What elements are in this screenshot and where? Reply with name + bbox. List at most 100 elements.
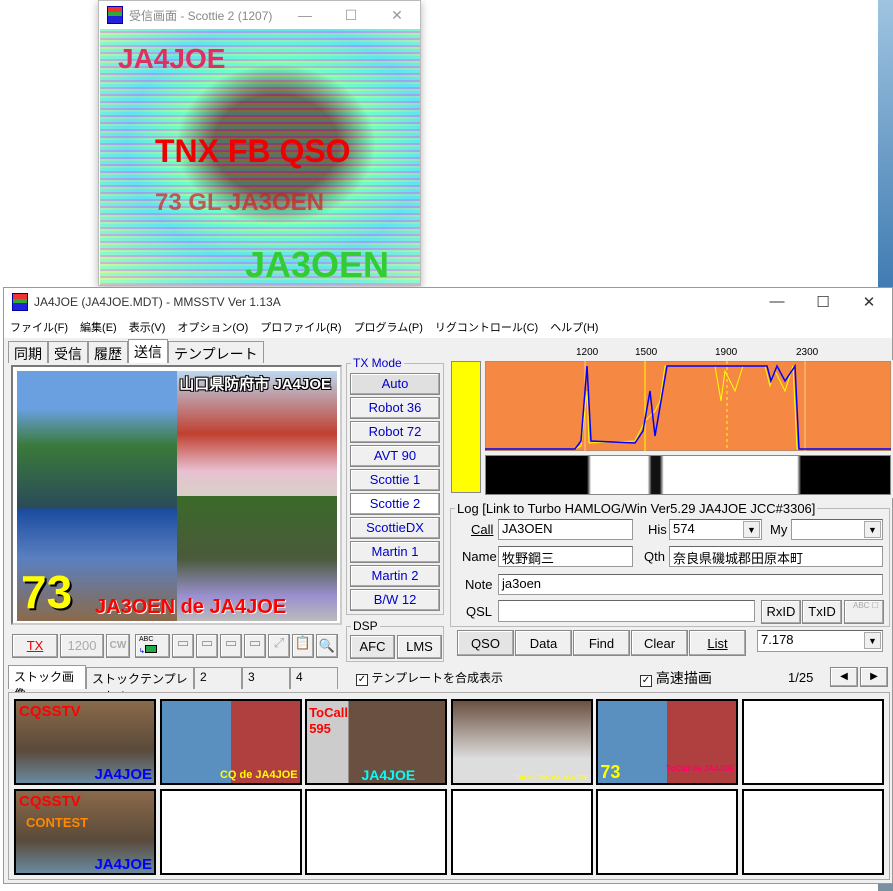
minimize-button[interactable]: —: [282, 7, 328, 24]
menu-options[interactable]: オプション(O): [177, 319, 248, 335]
tab-sync[interactable]: 同期: [8, 341, 48, 363]
template-composite-option[interactable]: ✓ テンプレートを合成表示: [356, 669, 503, 686]
rxid-button[interactable]: RxID: [761, 600, 801, 624]
stock-thumbnail[interactable]: [742, 789, 884, 875]
tab-stock-3[interactable]: 3: [242, 667, 290, 689]
call-label: Call: [471, 522, 494, 537]
tx-mode-auto[interactable]: Auto: [350, 373, 440, 395]
chevron-down-icon[interactable]: ▼: [864, 521, 881, 538]
fast-draw-option[interactable]: ✓ 高速描画: [640, 668, 712, 688]
checkbox-checked-icon[interactable]: ✓: [640, 675, 652, 687]
resize-icon[interactable]: ⤢: [268, 634, 290, 658]
thumbnail-text: CQ de JA4JOE: [219, 769, 298, 781]
cw-button[interactable]: CW: [106, 634, 130, 658]
stock-thumbnail[interactable]: [742, 699, 884, 785]
abc-image-button[interactable]: ABC ☐: [844, 600, 884, 624]
stock-thumbnail[interactable]: [159, 789, 302, 875]
layout-bottom2-icon[interactable]: ▭: [196, 634, 218, 658]
close-button[interactable]: ✕: [846, 293, 892, 311]
main-titlebar[interactable]: JA4JOE (JA4JOE.MDT) - MMSSTV Ver 1.13A —…: [4, 288, 892, 316]
tab-template[interactable]: テンプレート: [168, 341, 264, 363]
tab-history[interactable]: 履歴: [88, 341, 128, 363]
tx-mode-martin-1[interactable]: Martin 1: [350, 541, 440, 563]
chevron-down-icon[interactable]: ▼: [864, 632, 881, 649]
freq-tick: 1200: [576, 347, 599, 358]
close-button[interactable]: ✕: [374, 7, 420, 24]
my-rst-select[interactable]: ▼: [791, 519, 883, 540]
maximize-button[interactable]: ☐: [800, 293, 846, 311]
stock-thumbnail[interactable]: [596, 789, 739, 875]
minimize-button[interactable]: —: [754, 293, 800, 311]
txid-button[interactable]: TxID: [802, 600, 842, 624]
paste-icon[interactable]: 📋: [292, 634, 314, 658]
lms-toggle[interactable]: LMS: [397, 635, 442, 659]
tx-button[interactable]: TX: [12, 634, 58, 658]
tab-stock-2[interactable]: 2: [194, 667, 242, 689]
tx-mode-avt-90[interactable]: AVT 90: [350, 445, 440, 467]
maximize-button[interactable]: ☐: [328, 7, 374, 24]
tx-mode-scottie-2[interactable]: Scottie 2: [350, 493, 440, 515]
abc-label: ABC: [853, 601, 870, 610]
layout-top-icon[interactable]: ▭: [220, 634, 242, 658]
call-input[interactable]: JA3OEN: [498, 519, 633, 540]
mmsstv-main-window[interactable]: JA4JOE (JA4JOE.MDT) - MMSSTV Ver 1.13A —…: [3, 287, 893, 884]
stock-thumbnail[interactable]: ToCall 595 JA4JOE: [305, 699, 448, 785]
frequency-select[interactable]: 7.178 ▼: [757, 630, 883, 652]
clear-button[interactable]: Clear: [631, 630, 688, 656]
stock-thumbnail[interactable]: [305, 789, 448, 875]
mmsstv-app-icon: [12, 293, 28, 311]
next-page-button[interactable]: ▶: [860, 667, 888, 687]
menu-help[interactable]: ヘルプ(H): [550, 319, 598, 335]
afc-toggle[interactable]: AFC: [350, 635, 395, 659]
checkbox-checked-icon[interactable]: ✓: [356, 674, 368, 686]
menu-edit[interactable]: 編集(E): [80, 319, 117, 335]
thumbnail-text: CONTEST: [26, 815, 89, 830]
spectrum-display[interactable]: [485, 361, 891, 451]
stock-thumbnail[interactable]: CQSSTV JA4JOE: [14, 699, 156, 785]
data-button[interactable]: Data: [515, 630, 572, 656]
tx-mode-robot-72[interactable]: Robot 72: [350, 421, 440, 443]
stock-thumbnail[interactable]: ToCall 595 de JA4JOE: [450, 699, 593, 785]
tx-mode-robot-36[interactable]: Robot 36: [350, 397, 440, 419]
stock-thumbnail[interactable]: 73 ToCall de JA4JOE: [596, 699, 739, 785]
rx-image-text: JA3OEN: [245, 244, 390, 285]
menu-program[interactable]: プログラム(P): [354, 319, 423, 335]
menu-profile[interactable]: プロファイル(R): [260, 319, 341, 335]
menu-view[interactable]: 表示(V): [129, 319, 166, 335]
list-button[interactable]: List: [689, 630, 746, 656]
tx-mode-scottie-1[interactable]: Scottie 1: [350, 469, 440, 491]
tab-stock-4[interactable]: 4: [290, 667, 338, 689]
main-window-title: JA4JOE (JA4JOE.MDT) - MMSSTV Ver 1.13A: [34, 295, 281, 309]
tab-receive[interactable]: 受信: [48, 341, 88, 363]
tab-transmit[interactable]: 送信: [128, 339, 168, 363]
his-rst-select[interactable]: 574 ▼: [669, 519, 762, 540]
stock-thumbnail[interactable]: CQ de JA4JOE: [159, 699, 302, 785]
stock-thumbnail[interactable]: CQSSTV CONTEST JA4JOE: [14, 789, 156, 875]
find-button[interactable]: Find: [573, 630, 630, 656]
receive-window[interactable]: 受信画面 - Scottie 2 (1207) — ☐ ✕ JA4JOE TNX F…: [98, 0, 421, 286]
zoom-search-icon[interactable]: 🔍: [316, 634, 338, 658]
receive-window-titlebar[interactable]: 受信画面 - Scottie 2 (1207) — ☐ ✕: [99, 1, 420, 29]
prev-page-button[interactable]: ◀: [830, 667, 858, 687]
tx-image-panel[interactable]: 山口県防府市 JA4JOE 73 JA3OEN de JA4JOE: [11, 365, 342, 625]
note-input[interactable]: ja3oen: [498, 574, 883, 595]
tx-mode-b-w-12[interactable]: B/W 12: [350, 589, 440, 611]
layout-bottom-icon[interactable]: ▭: [172, 634, 194, 658]
tx-mode-martin-2[interactable]: Martin 2: [350, 565, 440, 587]
stock-thumbnail[interactable]: [450, 789, 593, 875]
qso-button[interactable]: QSO: [457, 630, 514, 656]
tab-stock-images[interactable]: ストック画像: [8, 665, 86, 701]
page-indicator: 1/25: [788, 670, 814, 685]
menu-file[interactable]: ファイル(F): [10, 319, 68, 335]
menu-rig-control[interactable]: リグコントロール(C): [435, 319, 538, 335]
qth-input[interactable]: 奈良県磯城郡田原本町: [669, 546, 883, 567]
tab-stock-template-1[interactable]: ストックテンプレート 1: [86, 667, 194, 703]
waterfall-display[interactable]: [485, 455, 891, 495]
chevron-down-icon[interactable]: ▼: [743, 521, 760, 538]
layout-top2-icon[interactable]: ▭: [244, 634, 266, 658]
text-overlay-button[interactable]: ABC ↳: [135, 634, 170, 658]
tone-1200-button[interactable]: 1200: [60, 634, 104, 658]
tx-mode-scottiedx[interactable]: ScottieDX: [350, 517, 440, 539]
name-input[interactable]: 牧野鋼三: [498, 546, 633, 567]
qsl-input[interactable]: [498, 600, 755, 622]
